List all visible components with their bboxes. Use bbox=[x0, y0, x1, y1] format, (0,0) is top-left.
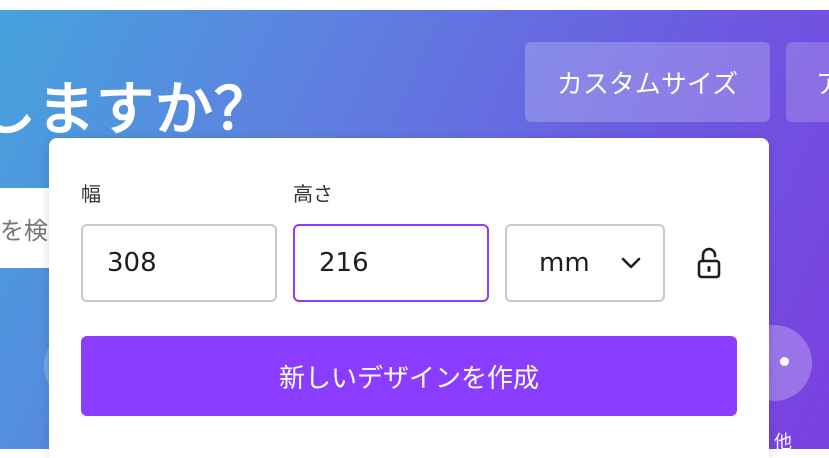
height-label: 高さ bbox=[293, 182, 333, 206]
unit-value: mm bbox=[539, 248, 590, 278]
height-value: 216 bbox=[319, 248, 369, 278]
chevron-down-icon bbox=[621, 257, 641, 269]
lock-open-icon[interactable] bbox=[695, 246, 723, 280]
width-label: 幅 bbox=[81, 182, 101, 206]
height-input[interactable]: 216 bbox=[293, 224, 489, 302]
custom-size-button[interactable]: カスタムサイズ bbox=[525, 42, 770, 122]
more-dot-icon bbox=[780, 357, 789, 366]
category-label-fragment: 他 bbox=[774, 432, 792, 453]
custom-size-dialog: 幅 高さ 308 216 mm 新しいデザインを作成 bbox=[49, 138, 769, 458]
unit-select[interactable]: mm bbox=[505, 224, 665, 302]
width-input[interactable]: 308 bbox=[81, 224, 277, 302]
width-value: 308 bbox=[107, 248, 157, 278]
hero-title: しますか？ bbox=[0, 75, 274, 143]
create-design-button[interactable]: 新しいデザインを作成 bbox=[81, 336, 737, 416]
next-pill-button[interactable]: ア bbox=[786, 42, 829, 122]
